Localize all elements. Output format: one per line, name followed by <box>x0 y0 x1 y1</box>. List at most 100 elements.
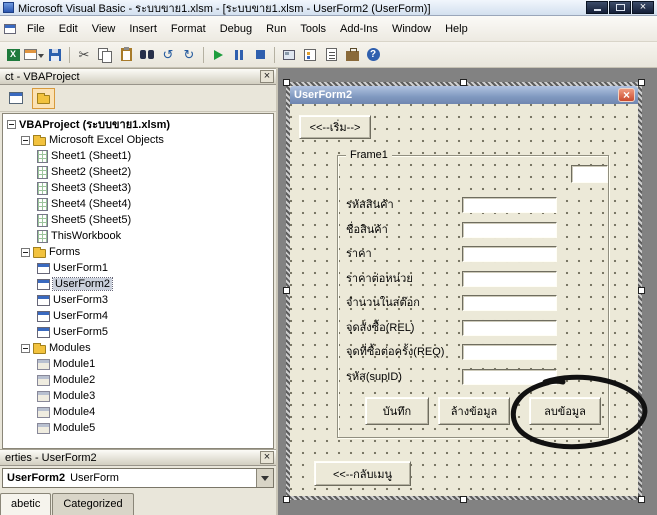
resize-handle-s[interactable] <box>460 496 467 503</box>
clear-button[interactable]: ล้างข้อมูล <box>438 397 510 425</box>
textbox-stock-qty[interactable] <box>462 295 557 311</box>
save-icon[interactable] <box>45 45 65 65</box>
collapse-icon[interactable] <box>21 136 30 145</box>
tree-item-module5[interactable]: Module5 <box>3 420 273 436</box>
tree-item-thisworkbook[interactable]: ThisWorkbook <box>3 228 273 244</box>
object-selector[interactable]: UserForm2 UserForm <box>2 468 274 488</box>
tree-item-module4[interactable]: Module4 <box>3 404 273 420</box>
frame1[interactable]: Frame1 รหัสสินค้า ชื่อสินค้า ราคา ราคาต่… <box>337 155 609 438</box>
textbox-price[interactable] <box>462 246 557 262</box>
label-order-qty[interactable]: จุดที่ซื้อต่อครั้ง(REQ) <box>346 345 444 360</box>
tree-item-module3[interactable]: Module3 <box>3 388 273 404</box>
resize-handle-se[interactable] <box>638 496 645 503</box>
help-icon[interactable] <box>363 45 383 65</box>
menu-window[interactable]: Window <box>385 19 438 39</box>
textbox-product-code[interactable] <box>462 197 557 213</box>
menu-tools[interactable]: Tools <box>293 19 333 39</box>
paste-icon[interactable] <box>116 45 136 65</box>
tree-item-module1[interactable]: Module1 <box>3 356 273 372</box>
toolbox-icon[interactable] <box>342 45 362 65</box>
toggle-folders-icon[interactable] <box>32 88 55 109</box>
find-icon[interactable] <box>137 45 157 65</box>
resize-handle-e[interactable] <box>638 287 645 294</box>
resize-handle-ne[interactable] <box>638 79 645 86</box>
tree-root[interactable]: VBAProject (ระบบขาย1.xlsm) <box>3 116 273 132</box>
menu-file[interactable]: File <box>20 19 52 39</box>
run-icon[interactable] <box>208 45 228 65</box>
collapse-icon[interactable] <box>7 120 16 129</box>
start-button[interactable]: <<--เริ่ม--> <box>299 115 371 139</box>
textbox-order-qty[interactable] <box>462 344 557 360</box>
menu-addins[interactable]: Add-Ins <box>333 19 385 39</box>
save-button[interactable]: บันทึก <box>365 397 429 425</box>
reset-icon[interactable] <box>250 45 270 65</box>
menu-format[interactable]: Format <box>164 19 213 39</box>
tab-alphabetic[interactable]: abetic <box>0 493 51 515</box>
project-explorer-icon[interactable] <box>300 45 320 65</box>
label-supplier-id[interactable]: รหัส(supID) <box>346 370 402 385</box>
design-mode-icon[interactable] <box>279 45 299 65</box>
menu-run[interactable]: Run <box>259 19 293 39</box>
tree-item-userform1[interactable]: UserForm1 <box>3 260 273 276</box>
label-reorder-point[interactable]: จุดสั่งซื้อ(REL) <box>346 321 414 336</box>
menu-debug[interactable]: Debug <box>213 19 259 39</box>
tree-item-userform2[interactable]: UserForm2 <box>3 276 273 292</box>
redo-icon[interactable] <box>179 45 199 65</box>
tree-item-module2[interactable]: Module2 <box>3 372 273 388</box>
redo-glyph <box>184 48 195 62</box>
close-icon[interactable] <box>632 1 654 14</box>
insert-userform-icon[interactable] <box>24 45 44 65</box>
tab-categorized[interactable]: Categorized <box>52 493 133 515</box>
resize-handle-nw[interactable] <box>283 79 290 86</box>
textbox-product-name[interactable] <box>462 222 557 238</box>
delete-button[interactable]: ลบข้อมูล <box>529 397 601 425</box>
close-button[interactable] <box>618 88 635 102</box>
tree-item-userform5[interactable]: UserForm5 <box>3 324 273 340</box>
resize-handle-w[interactable] <box>283 287 290 294</box>
view-object-icon[interactable] <box>4 88 27 109</box>
menu-view[interactable]: View <box>85 19 123 39</box>
maximize-icon[interactable] <box>609 1 631 14</box>
back-to-menu-button[interactable]: <<--กลับเมนู <box>314 461 411 486</box>
collapse-icon[interactable] <box>21 248 30 257</box>
tree-item-sheet4[interactable]: Sheet4 (Sheet4) <box>3 196 273 212</box>
menu-help[interactable]: Help <box>438 19 475 39</box>
tree-item-sheet5[interactable]: Sheet5 (Sheet5) <box>3 212 273 228</box>
resize-handle-sw[interactable] <box>283 496 290 503</box>
close-icon[interactable] <box>260 451 274 464</box>
undo-icon[interactable] <box>158 45 178 65</box>
tree-item-userform4[interactable]: UserForm4 <box>3 308 273 324</box>
view-microsoft-excel-icon[interactable] <box>3 45 23 65</box>
tree-item-sheet2[interactable]: Sheet2 (Sheet2) <box>3 164 273 180</box>
label-product-code[interactable]: รหัสสินค้า <box>346 198 394 213</box>
textbox-unit-price[interactable] <box>462 271 557 287</box>
close-icon[interactable] <box>260 70 274 83</box>
cut-icon[interactable] <box>74 45 94 65</box>
chevron-down-icon[interactable] <box>256 469 273 487</box>
textbox-reorder-point[interactable] <box>462 320 557 336</box>
label-price[interactable]: ราคา <box>346 247 372 262</box>
tree-group-forms[interactable]: Forms <box>3 244 273 260</box>
menubar: File Edit View Insert Format Debug Run T… <box>0 16 657 42</box>
properties-window-icon[interactable] <box>321 45 341 65</box>
collapse-icon[interactable] <box>21 344 30 353</box>
tree-item-sheet1[interactable]: Sheet1 (Sheet1) <box>3 148 273 164</box>
userform-titlebar[interactable]: UserForm2 <box>290 86 638 104</box>
tree-item-sheet3[interactable]: Sheet3 (Sheet3) <box>3 180 273 196</box>
minimize-icon[interactable] <box>586 1 608 14</box>
child-window-icon[interactable] <box>4 24 16 34</box>
label-product-name[interactable]: ชื่อสินค้า <box>346 223 388 238</box>
textbox-top[interactable] <box>571 165 608 183</box>
menu-edit[interactable]: Edit <box>52 19 85 39</box>
break-icon[interactable] <box>229 45 249 65</box>
userform-canvas[interactable]: <<--เริ่ม--> Frame1 รหัสสินค้า ชื่อสินค้… <box>290 104 638 496</box>
copy-icon[interactable] <box>95 45 115 65</box>
label-unit-price[interactable]: ราคาต่อหน่วย <box>346 272 413 287</box>
tree-group-modules[interactable]: Modules <box>3 340 273 356</box>
menu-insert[interactable]: Insert <box>122 19 164 39</box>
label-stock-qty[interactable]: จำนวนในสต๊อก <box>346 296 420 311</box>
resize-handle-n[interactable] <box>460 79 467 86</box>
textbox-supplier-id[interactable] <box>462 369 557 385</box>
tree-group-excel-objects[interactable]: Microsoft Excel Objects <box>3 132 273 148</box>
tree-item-userform3[interactable]: UserForm3 <box>3 292 273 308</box>
